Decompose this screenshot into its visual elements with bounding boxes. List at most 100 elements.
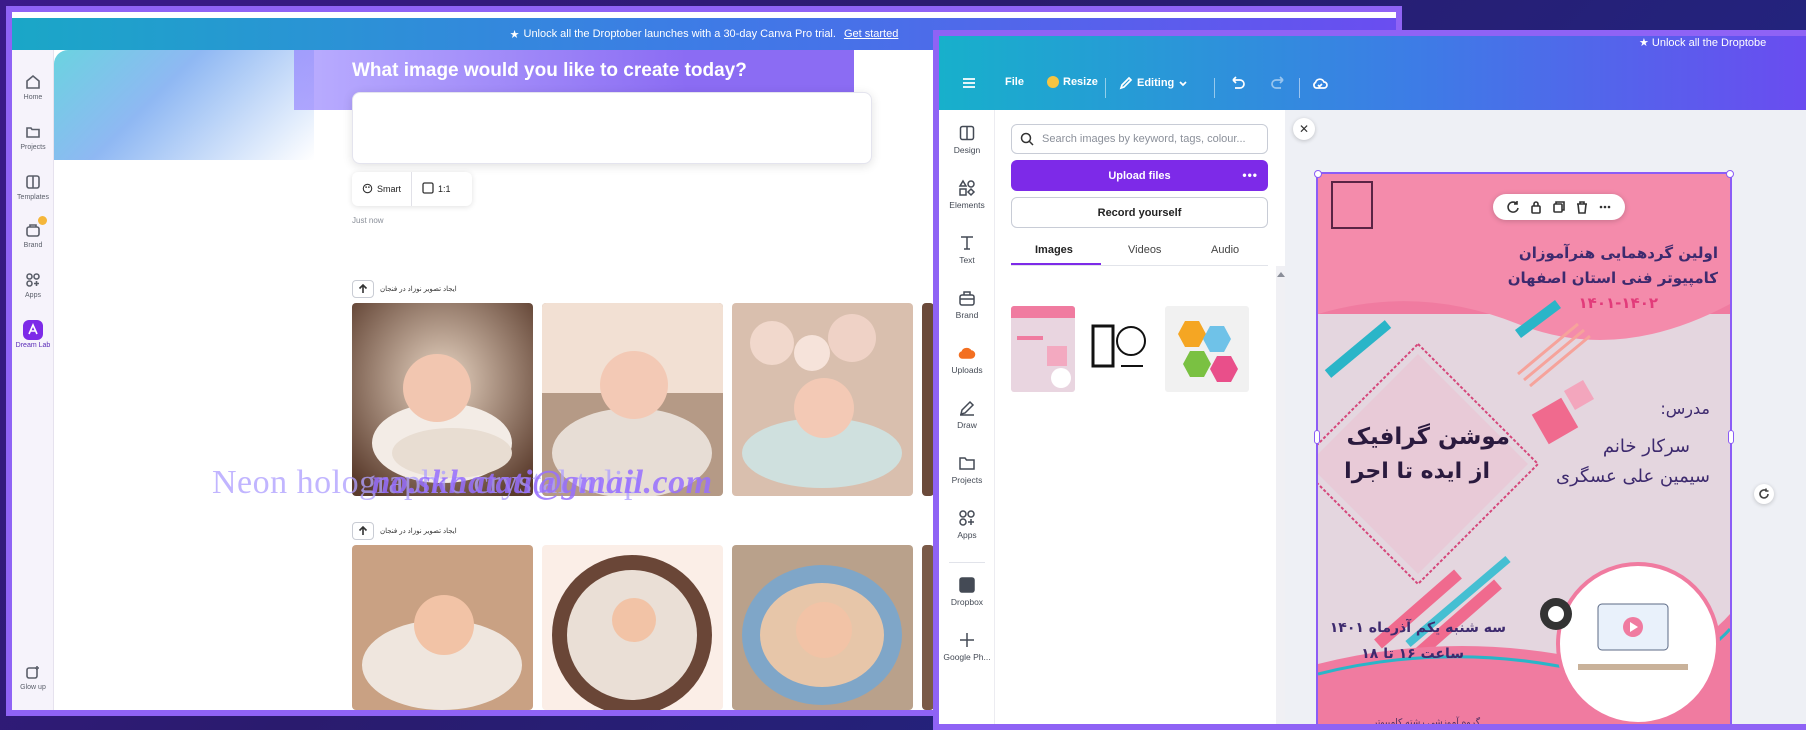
rail-elements[interactable]: Elements (939, 179, 995, 210)
ratio-selector[interactable]: 1:1 (411, 172, 461, 206)
nav-apps[interactable]: Apps (12, 270, 54, 299)
cloud-upload-icon (958, 347, 976, 359)
square-icon (422, 182, 434, 196)
file-menu[interactable]: File (1005, 76, 1024, 88)
record-yourself-button[interactable]: Record yourself (1011, 197, 1268, 228)
cloud-save-button[interactable] (1311, 76, 1329, 90)
cloud-check-icon (1313, 78, 1328, 89)
google-photos-icon (960, 633, 974, 647)
rail-dropbox[interactable]: Dropbox (939, 576, 995, 607)
resize-button[interactable]: Resize (1047, 76, 1098, 88)
generated-image-3[interactable] (732, 303, 913, 496)
nav-brand-label: Brand (23, 242, 43, 249)
tab-divider (1011, 265, 1268, 266)
uploaded-image-1[interactable] (1011, 306, 1075, 392)
rotate-icon (1759, 488, 1769, 499)
lock-icon[interactable] (1529, 200, 1543, 214)
resize-handle-left[interactable] (1314, 430, 1320, 444)
watermark-email: no.skhatati@gmail.com (371, 464, 713, 501)
nav-templates-label: Templates (17, 194, 49, 201)
menu-button[interactable] (961, 76, 977, 90)
left-sidebar: Home Projects Templates Brand Apps Dream… (12, 50, 54, 710)
nav-home-label: Home (23, 94, 43, 101)
tab-images[interactable]: Images (1035, 244, 1073, 256)
generation-header-2: ایجاد تصویر نوزاد در فنجان (352, 522, 457, 540)
nav-apps-label: Apps (25, 292, 41, 299)
generated-image-7[interactable] (732, 545, 913, 710)
tab-videos[interactable]: Videos (1128, 244, 1161, 256)
options-bar: Smart 1:1 (352, 172, 472, 206)
pencil-icon (1119, 76, 1133, 90)
duplicate-icon[interactable] (1552, 200, 1566, 214)
brand-crown-badge (38, 216, 47, 225)
uploaded-image-2[interactable] (1083, 306, 1155, 392)
close-panel-button[interactable]: ✕ (1293, 118, 1315, 140)
rail-text-label: Text (959, 255, 975, 265)
nav-projects[interactable]: Projects (12, 122, 54, 151)
rail-projects[interactable]: Projects (939, 454, 995, 485)
editing-mode-dropdown[interactable]: Editing (1119, 76, 1188, 90)
brand-icon (23, 216, 47, 240)
timestamp: Just now (352, 216, 384, 225)
generated-image-6[interactable] (542, 545, 723, 710)
upload-files-button[interactable]: Upload files ••• (1011, 160, 1268, 191)
uploaded-image-3[interactable] (1165, 306, 1249, 392)
undo-button[interactable] (1229, 76, 1247, 90)
undo-icon (1232, 76, 1245, 89)
toolbar-divider-3 (1299, 78, 1300, 98)
rail-apps[interactable]: Apps (939, 509, 995, 540)
search-placeholder: Search images by keyword, tags, colour..… (1042, 133, 1246, 145)
toolbar-divider-2 (1214, 78, 1215, 98)
rail-draw[interactable]: Draw (939, 399, 995, 430)
tab-audio[interactable]: Audio (1211, 244, 1239, 256)
prompt-label-1: ایجاد تصویر نوزاد در فنجان (380, 286, 457, 293)
get-started-link[interactable]: Get started (844, 28, 898, 40)
brand-icon (959, 291, 975, 306)
rail-draw-label: Draw (957, 420, 977, 430)
rail-apps-label: Apps (957, 530, 977, 540)
nav-dream-lab-label: Dream Lab (15, 342, 51, 349)
rail-text[interactable]: Text (939, 234, 995, 265)
nav-templates[interactable]: Templates (12, 172, 54, 201)
glow-up-icon (23, 662, 43, 682)
resize-handle-top-right[interactable] (1726, 170, 1734, 178)
elements-icon (958, 179, 976, 197)
more-horizontal-icon[interactable] (1598, 200, 1612, 214)
resize-handle-right[interactable] (1728, 430, 1734, 444)
rotate-button[interactable] (1754, 484, 1774, 504)
more-options-icon[interactable]: ••• (1242, 168, 1258, 182)
editor-side-rail: Design Elements Text Brand Uploads Draw … (939, 110, 995, 724)
rail-brand-label: Brand (955, 310, 979, 320)
panel-scrollbar[interactable] (1276, 266, 1285, 724)
nav-dream-lab[interactable]: Dream Lab (12, 320, 54, 349)
nav-brand[interactable]: Brand (12, 216, 54, 249)
redo-button[interactable] (1269, 76, 1287, 90)
rail-google-photos-label: Google Ph... (943, 652, 991, 662)
search-input[interactable]: Search images by keyword, tags, colour..… (1011, 124, 1268, 154)
ai-edit-icon[interactable] (1506, 200, 1520, 214)
nav-glow-up[interactable]: Glow up (12, 662, 54, 691)
design-time: ساعت ۱۶ تا ۱۸ (1361, 646, 1464, 662)
prompt-input[interactable] (352, 92, 872, 164)
design-teacher-label: مدرس: (1660, 399, 1710, 418)
star-icon: ★ (509, 28, 520, 41)
ratio-label: 1:1 (438, 184, 451, 194)
nav-home[interactable]: Home (12, 72, 54, 101)
reuse-prompt-button-2[interactable] (352, 522, 374, 540)
rail-design[interactable]: Design (939, 124, 995, 155)
right-window: ★ Unlock all the Droptobe File Resize Ed… (933, 30, 1806, 730)
design-teacher-prefix: سرکار خانم (1602, 436, 1690, 457)
style-selector[interactable]: Smart (352, 172, 411, 206)
resize-handle-top-left[interactable] (1314, 170, 1322, 178)
generated-image-5[interactable] (352, 545, 533, 710)
home-icon (23, 72, 43, 92)
scroll-up-icon (1277, 272, 1285, 277)
rail-google-photos[interactable]: Google Ph... (939, 631, 995, 662)
design-date: سه شنبه یکم آذرماه ۱۴۰۱ (1329, 620, 1506, 636)
rail-brand[interactable]: Brand (939, 289, 995, 320)
reuse-prompt-button-1[interactable] (352, 280, 374, 298)
rail-uploads[interactable]: Uploads (939, 344, 995, 375)
trash-icon[interactable] (1575, 200, 1589, 214)
design-page[interactable]: اولین گردهمایی هنرآموزان کامپیوتر فنی اس… (1316, 172, 1732, 724)
search-icon (1020, 132, 1034, 146)
